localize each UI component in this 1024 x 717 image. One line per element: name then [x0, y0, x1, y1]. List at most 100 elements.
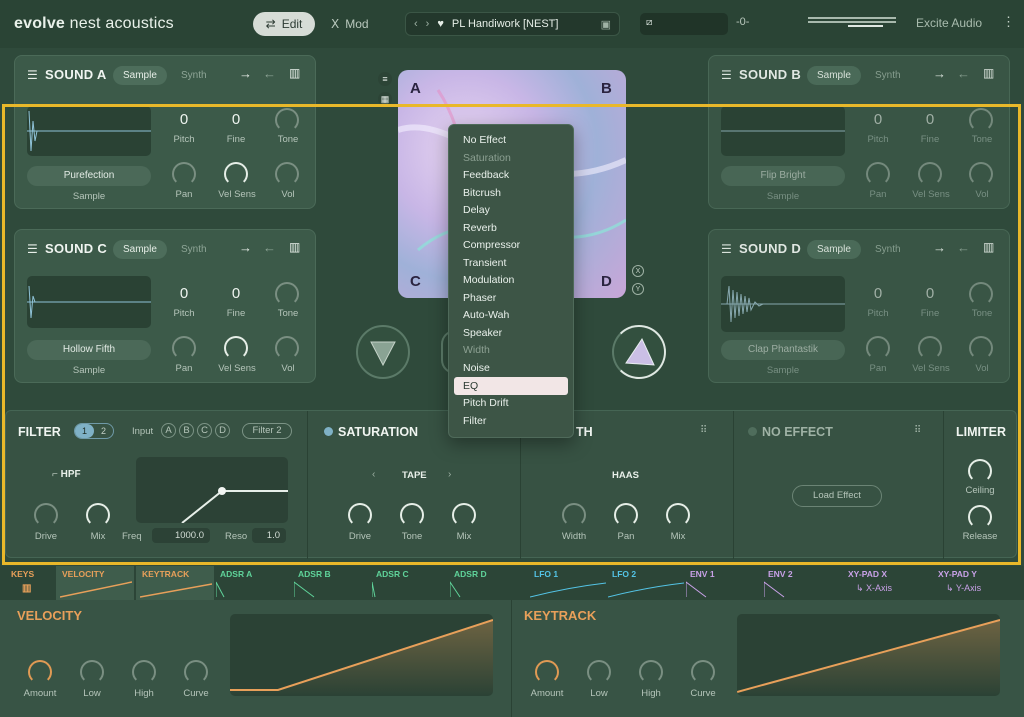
- tone-knob[interactable]: [275, 282, 299, 306]
- filter-drive-knob[interactable]: [34, 503, 58, 527]
- waveform[interactable]: [721, 276, 845, 332]
- menu-item-speaker[interactable]: Speaker: [463, 327, 502, 339]
- fine-value[interactable]: 0: [223, 285, 249, 302]
- sample-name[interactable]: Flip Bright: [721, 166, 845, 186]
- tuning-icon[interactable]: -0-: [736, 16, 749, 28]
- tab-xy-pad-x[interactable]: XY-PAD X ↳ X-Axis: [844, 566, 932, 600]
- tab-synth[interactable]: Synth: [865, 240, 911, 259]
- vel-sens-knob[interactable]: [918, 336, 942, 360]
- tab-env-1[interactable]: ENV 1: [686, 566, 762, 600]
- waveform[interactable]: [721, 106, 845, 156]
- piano-icon[interactable]: ▥: [289, 240, 300, 254]
- arrow-left-icon[interactable]: ←: [263, 240, 276, 255]
- tab-keys[interactable]: KEYS ▥: [4, 566, 54, 600]
- filter-tab-1[interactable]: 1: [75, 424, 94, 438]
- vel-sens-knob[interactable]: [918, 162, 942, 186]
- tab-sample[interactable]: Sample: [807, 66, 861, 85]
- reso-input[interactable]: 1.0: [252, 528, 286, 543]
- vol-knob[interactable]: [275, 162, 299, 186]
- macro-knob-left[interactable]: [356, 325, 410, 379]
- width-mix-knob[interactable]: [666, 503, 690, 527]
- vol-knob[interactable]: [969, 336, 993, 360]
- sat-tone-knob[interactable]: [400, 503, 424, 527]
- filter-selector[interactable]: 1 2: [74, 423, 114, 439]
- piano-icon[interactable]: ▥: [983, 66, 994, 80]
- ceiling-knob[interactable]: [968, 459, 992, 483]
- tab-lfo-2[interactable]: LFO 2: [608, 566, 684, 600]
- tab-xy-pad-y[interactable]: XY-PAD Y ↳ Y-Axis: [934, 566, 1022, 600]
- menu-item-modulation[interactable]: Modulation: [463, 274, 514, 286]
- mod-button[interactable]: Ⅹ Mod: [331, 12, 369, 36]
- vel-sens-knob[interactable]: [224, 336, 248, 360]
- x-axis-button[interactable]: X: [632, 265, 644, 277]
- tab-adsr-c[interactable]: ADSR C: [372, 566, 448, 600]
- tab-synth[interactable]: Synth: [865, 66, 911, 85]
- noeffect-title[interactable]: NO EFFECT: [762, 425, 833, 439]
- menu-item-compressor[interactable]: Compressor: [463, 239, 520, 251]
- arrow-right-icon[interactable]: →: [239, 66, 252, 81]
- keytrack-low-knob[interactable]: [587, 660, 611, 684]
- width-knob[interactable]: [562, 503, 586, 527]
- tab-synth[interactable]: Synth: [171, 66, 217, 85]
- master-volume-meter[interactable]: [808, 17, 896, 31]
- pitch-value[interactable]: 0: [171, 111, 197, 128]
- width-mode[interactable]: HAAS: [612, 470, 639, 481]
- width-title[interactable]: TH: [576, 425, 593, 439]
- freq-input[interactable]: 1000.0: [152, 528, 210, 543]
- next-preset-icon[interactable]: ›: [426, 18, 430, 30]
- arrow-left-icon[interactable]: ←: [957, 240, 970, 255]
- velocity-low-knob[interactable]: [80, 660, 104, 684]
- velocity-curve-knob[interactable]: [184, 660, 208, 684]
- arrow-left-icon[interactable]: ←: [957, 66, 970, 81]
- drag-handle-icon[interactable]: ⠿: [914, 425, 921, 436]
- fine-value[interactable]: 0: [223, 111, 249, 128]
- tab-lfo-1[interactable]: LFO 1: [530, 566, 606, 600]
- arrow-left-icon[interactable]: ←: [263, 66, 276, 81]
- menu-item-phaser[interactable]: Phaser: [463, 292, 496, 304]
- sat-drive-knob[interactable]: [348, 503, 372, 527]
- heart-icon[interactable]: ♥: [437, 18, 444, 30]
- tone-knob[interactable]: [275, 108, 299, 132]
- tab-velocity[interactable]: VELOCITY: [56, 566, 134, 600]
- menu-item-bitcrush[interactable]: Bitcrush: [463, 187, 501, 199]
- grid-toggle-icon[interactable]: ▦: [378, 92, 392, 106]
- noeffect-power-icon[interactable]: [748, 427, 757, 436]
- waveform[interactable]: [27, 106, 151, 156]
- tone-knob[interactable]: [969, 108, 993, 132]
- piano-icon[interactable]: ▥: [983, 240, 994, 254]
- input-c-button[interactable]: C: [197, 423, 212, 438]
- menu-item-noise[interactable]: Noise: [463, 362, 490, 374]
- filter-2-input-button[interactable]: Filter 2: [242, 423, 292, 439]
- menu-item-filter[interactable]: Filter: [463, 415, 486, 427]
- keytrack-curve-knob[interactable]: [691, 660, 715, 684]
- tab-sample[interactable]: Sample: [113, 240, 167, 259]
- fine-value[interactable]: 0: [917, 285, 943, 302]
- velocity-high-knob[interactable]: [132, 660, 156, 684]
- layers-toggle-icon[interactable]: ≡: [378, 72, 392, 86]
- preset-browser[interactable]: ‹ › ♥ PL Handiwork [NEST] ▣: [405, 12, 620, 36]
- velocity-amount-knob[interactable]: [28, 660, 52, 684]
- menu-item-no-effect[interactable]: No Effect: [463, 134, 506, 146]
- input-d-button[interactable]: D: [215, 423, 230, 438]
- tab-adsr-a[interactable]: ADSR A: [216, 566, 292, 600]
- pitch-value[interactable]: 0: [865, 285, 891, 302]
- prev-preset-icon[interactable]: ‹: [414, 18, 418, 30]
- prev-mode-icon[interactable]: ‹: [372, 469, 375, 480]
- pan-knob[interactable]: [172, 162, 196, 186]
- sample-name[interactable]: Hollow Fifth: [27, 340, 151, 360]
- load-effect-button[interactable]: Load Effect: [792, 485, 882, 507]
- pan-knob[interactable]: [172, 336, 196, 360]
- arrow-right-icon[interactable]: →: [933, 240, 946, 255]
- sat-mix-knob[interactable]: [452, 503, 476, 527]
- macro-knob-right[interactable]: [612, 325, 666, 379]
- menu-item-delay[interactable]: Delay: [463, 204, 490, 216]
- arrow-right-icon[interactable]: →: [239, 240, 252, 255]
- tab-synth[interactable]: Synth: [171, 240, 217, 259]
- keytrack-amount-knob[interactable]: [535, 660, 559, 684]
- tab-adsr-d[interactable]: ADSR D: [450, 566, 526, 600]
- tab-sample[interactable]: Sample: [113, 66, 167, 85]
- keytrack-high-knob[interactable]: [639, 660, 663, 684]
- input-a-button[interactable]: A: [161, 423, 176, 438]
- filter-type-select[interactable]: ⌐ HPF: [52, 469, 81, 480]
- edit-button[interactable]: ⇄ Edit: [253, 12, 315, 36]
